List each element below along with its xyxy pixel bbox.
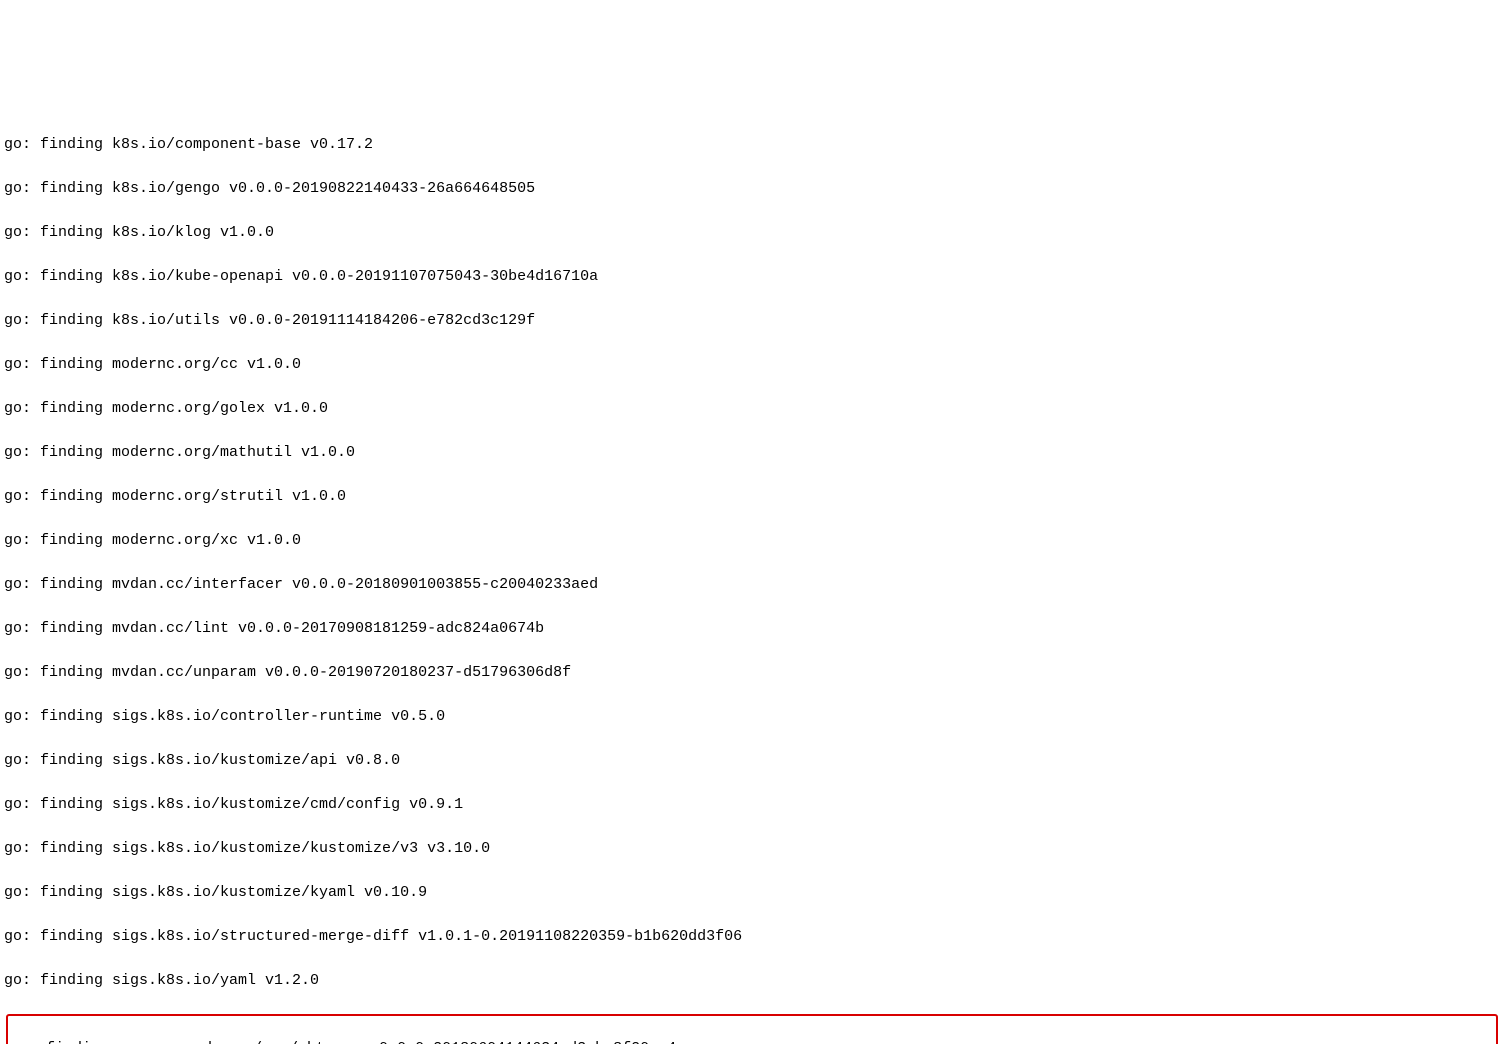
log-line: go: finding sigs.k8s.io/kustomize/cmd/co…: [4, 794, 1500, 816]
log-line: go: finding k8s.io/klog v1.0.0: [4, 222, 1500, 244]
log-line: go: finding k8s.io/kube-openapi v0.0.0-2…: [4, 266, 1500, 288]
log-line: go: finding modernc.org/mathutil v1.0.0: [4, 442, 1500, 464]
log-line: go: finding k8s.io/component-base v0.17.…: [4, 134, 1500, 156]
log-line: go: finding mvdan.cc/lint v0.0.0-2017090…: [4, 618, 1500, 640]
log-line: go: finding mvdan.cc/unparam v0.0.0-2019…: [4, 662, 1500, 684]
log-line: go: finding sigs.k8s.io/kustomize/kyaml …: [4, 882, 1500, 904]
error-line: go: finding sourcegraph.com/sqs/pbtypes …: [10, 1038, 1494, 1044]
log-line: go: finding mvdan.cc/interfacer v0.0.0-2…: [4, 574, 1500, 596]
log-line: go: finding modernc.org/strutil v1.0.0: [4, 486, 1500, 508]
log-line: go: finding sigs.k8s.io/kustomize/kustom…: [4, 838, 1500, 860]
log-line: go: finding modernc.org/golex v1.0.0: [4, 398, 1500, 420]
log-line: go: finding sigs.k8s.io/controller-runti…: [4, 706, 1500, 728]
log-line: go: finding sigs.k8s.io/kustomize/api v0…: [4, 750, 1500, 772]
log-line: go: finding k8s.io/gengo v0.0.0-20190822…: [4, 178, 1500, 200]
error-highlight-box: go: finding sourcegraph.com/sqs/pbtypes …: [6, 1014, 1498, 1044]
log-line: go: finding k8s.io/utils v0.0.0-20191114…: [4, 310, 1500, 332]
log-line: go: finding modernc.org/cc v1.0.0: [4, 354, 1500, 376]
log-line: go: finding modernc.org/xc v1.0.0: [4, 530, 1500, 552]
log-line: go: finding sigs.k8s.io/structured-merge…: [4, 926, 1500, 948]
log-line: go: finding sigs.k8s.io/yaml v1.2.0: [4, 970, 1500, 992]
terminal-output: go: finding k8s.io/component-base v0.17.…: [0, 110, 1504, 1044]
